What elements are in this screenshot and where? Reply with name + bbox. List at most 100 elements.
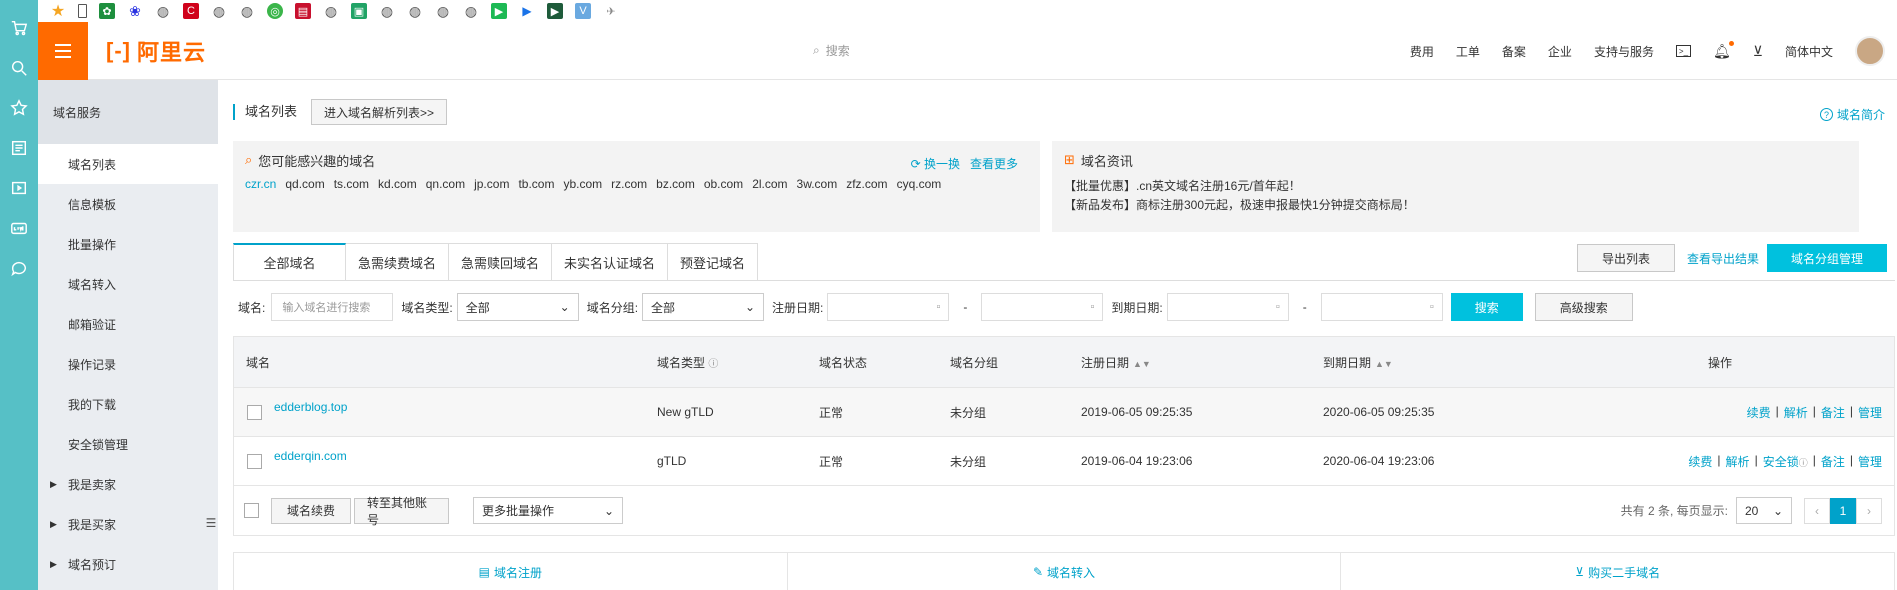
domain-search-input[interactable]: 输入域名进行搜索 <box>271 293 394 321</box>
tree-icon[interactable]: ✿ <box>99 3 115 19</box>
bell-icon[interactable]: 🔔︎ <box>1713 40 1734 60</box>
c-icon[interactable]: C <box>183 3 199 19</box>
news-item[interactable]: 【新品发布】商标注册300元起，极速申报最快1分钟提交商标局！ <box>1064 196 1847 215</box>
collapse-menu-icon[interactable]: ☰ <box>203 510 219 536</box>
more-batch-select[interactable]: 更多批量操作 ⌄ <box>473 497 623 524</box>
globe-icon[interactable]: ◍ <box>323 3 339 19</box>
avatar[interactable] <box>1855 36 1885 66</box>
terminal-icon[interactable]: ▶ <box>547 3 563 19</box>
tab-redeem[interactable]: 急需赎回域名 <box>449 243 553 281</box>
nav-support[interactable]: 支持与服务 <box>1594 43 1654 60</box>
view-export-link[interactable]: 查看导出结果 <box>1687 250 1759 267</box>
suggested-domain[interactable]: czr.cn <box>245 177 276 191</box>
advanced-search-button[interactable]: 高级搜索 <box>1534 293 1633 321</box>
green-icon[interactable]: ▣ <box>351 3 367 19</box>
search-icon[interactable] <box>0 48 38 88</box>
vue-icon[interactable]: V <box>575 3 591 19</box>
language-switch[interactable]: 简体中文 <box>1785 43 1833 60</box>
suggested-domain[interactable]: jp.com <box>474 177 509 191</box>
prev-page-icon[interactable]: ‹ <box>1804 497 1830 524</box>
sidebar-item-logs[interactable]: 操作记录 <box>38 344 218 384</box>
star-icon[interactable] <box>0 88 38 128</box>
exp-date-start[interactable]: ▫ <box>1166 293 1289 321</box>
play-icon[interactable]: ▶ <box>491 3 507 19</box>
nav-enterprise[interactable]: 企业 <box>1548 43 1572 60</box>
refresh-link[interactable]: ⟳ 换一换 <box>911 155 960 172</box>
news-icon[interactable] <box>0 128 38 168</box>
globe-icon[interactable]: ◍ <box>407 3 423 19</box>
row-checkbox[interactable] <box>247 453 262 469</box>
page-number[interactable]: 1 <box>1830 497 1856 524</box>
globe-icon[interactable]: ◍ <box>379 3 395 19</box>
baidu-icon[interactable]: ❀ <box>127 3 143 19</box>
sidebar-item-downloads[interactable]: 我的下载 <box>38 384 218 424</box>
suggested-domain[interactable]: yb.com <box>563 177 602 191</box>
arrow-icon[interactable]: ▶ <box>519 3 535 19</box>
live-icon[interactable] <box>0 208 38 248</box>
tab-preregister[interactable]: 预登记域名 <box>668 243 759 281</box>
row-checkbox[interactable] <box>247 404 262 420</box>
group-select[interactable]: 全部 ⌄ <box>642 293 765 321</box>
col-exp-date[interactable]: 到期日期 ▲▼ <box>1323 354 1393 371</box>
ufo-icon[interactable]: ✈ <box>603 3 619 19</box>
cart-icon[interactable] <box>0 8 38 48</box>
question-icon[interactable]: ⓘ <box>708 359 718 370</box>
star-icon[interactable]: ★ <box>50 3 66 20</box>
sidebar-item-seller[interactable]: ▶ 我是卖家 <box>38 464 218 504</box>
nav-icp[interactable]: 备案 <box>1502 43 1526 60</box>
suggested-domain[interactable]: 2l.com <box>752 177 787 191</box>
note-link[interactable]: 备注 <box>1821 404 1845 421</box>
globe-icon[interactable]: ◍ <box>211 3 227 19</box>
sidebar-item-reserve[interactable]: ▶ 域名预订 <box>38 544 218 584</box>
nav-billing[interactable]: 费用 <box>1410 43 1434 60</box>
exp-date-end[interactable]: ▫ <box>1320 293 1443 321</box>
video-icon[interactable] <box>0 168 38 208</box>
renew-link[interactable]: 续费 <box>1688 453 1712 470</box>
manage-link[interactable]: 管理 <box>1858 404 1882 421</box>
globe-icon[interactable]: ◍ <box>463 3 479 19</box>
export-button[interactable]: 导出列表 <box>1576 244 1675 272</box>
suggested-domain[interactable]: 3w.com <box>797 177 838 191</box>
select-all-checkbox[interactable] <box>244 503 259 518</box>
phone-icon[interactable] <box>78 4 87 18</box>
menu-icon[interactable] <box>38 21 88 80</box>
buy-used-domain-link[interactable]: ⊻ 购买二手域名 <box>1341 553 1894 590</box>
globe-icon[interactable]: ◍ <box>239 3 255 19</box>
terminal-icon[interactable]: >_ <box>1675 45 1691 57</box>
globe-icon[interactable]: ◍ <box>155 3 171 19</box>
suggested-domain[interactable]: cyq.com <box>897 177 942 191</box>
sidebar-item-email-verify[interactable]: 邮箱验证 <box>38 304 218 344</box>
transfer-account-button[interactable]: 转至其他账号 <box>354 496 449 527</box>
suggested-domain[interactable]: kd.com <box>378 177 417 191</box>
dns-link[interactable]: 解析 <box>1726 453 1750 470</box>
view-more-link[interactable]: 查看更多 <box>970 155 1018 172</box>
domain-link[interactable]: edderqin.com <box>274 449 347 463</box>
sidebar-item-templates[interactable]: 信息模板 <box>38 184 218 224</box>
sidebar-item-batch[interactable]: 批量操作 <box>38 224 218 264</box>
chat-icon[interactable] <box>0 248 38 288</box>
sidebar-item-lock[interactable]: 安全锁管理 <box>38 424 218 464</box>
nav-ticket[interactable]: 工单 <box>1456 43 1480 60</box>
suggested-domain[interactable]: qd.com <box>285 177 324 191</box>
type-select[interactable]: 全部 ⌄ <box>456 293 579 321</box>
sidebar-item-buyer[interactable]: ▶ 我是买家 <box>38 504 218 544</box>
aliyun-logo[interactable]: [-] 阿里云 <box>106 35 206 67</box>
reg-date-end[interactable]: ▫ <box>981 293 1104 321</box>
tab-unverified[interactable]: 未实名认证域名 <box>552 243 669 281</box>
sidebar-item-domain-list[interactable]: 域名列表 <box>38 144 218 184</box>
security-lock-link[interactable]: 安全锁ⓘ <box>1763 453 1808 470</box>
group-manage-button[interactable]: 域名分组管理 <box>1766 244 1887 272</box>
global-search[interactable]: ⌕ 搜索 <box>813 42 850 59</box>
pdf-icon[interactable]: ▤ <box>295 3 311 19</box>
circle-icon[interactable]: ◎ <box>267 3 283 19</box>
search-button[interactable]: 搜索 <box>1450 293 1523 321</box>
suggested-domain[interactable]: qn.com <box>426 177 465 191</box>
domain-link[interactable]: edderblog.top <box>274 400 347 414</box>
col-reg-date[interactable]: 注册日期 ▲▼ <box>1081 354 1151 371</box>
suggested-domain[interactable]: zfz.com <box>846 177 887 191</box>
suggested-domain[interactable]: tb.com <box>518 177 554 191</box>
help-link[interactable]: ? 域名简介 <box>1819 106 1885 123</box>
suggested-domain[interactable]: bz.com <box>656 177 695 191</box>
tab-all[interactable]: 全部域名 <box>233 243 346 281</box>
renew-link[interactable]: 续费 <box>1747 404 1771 421</box>
